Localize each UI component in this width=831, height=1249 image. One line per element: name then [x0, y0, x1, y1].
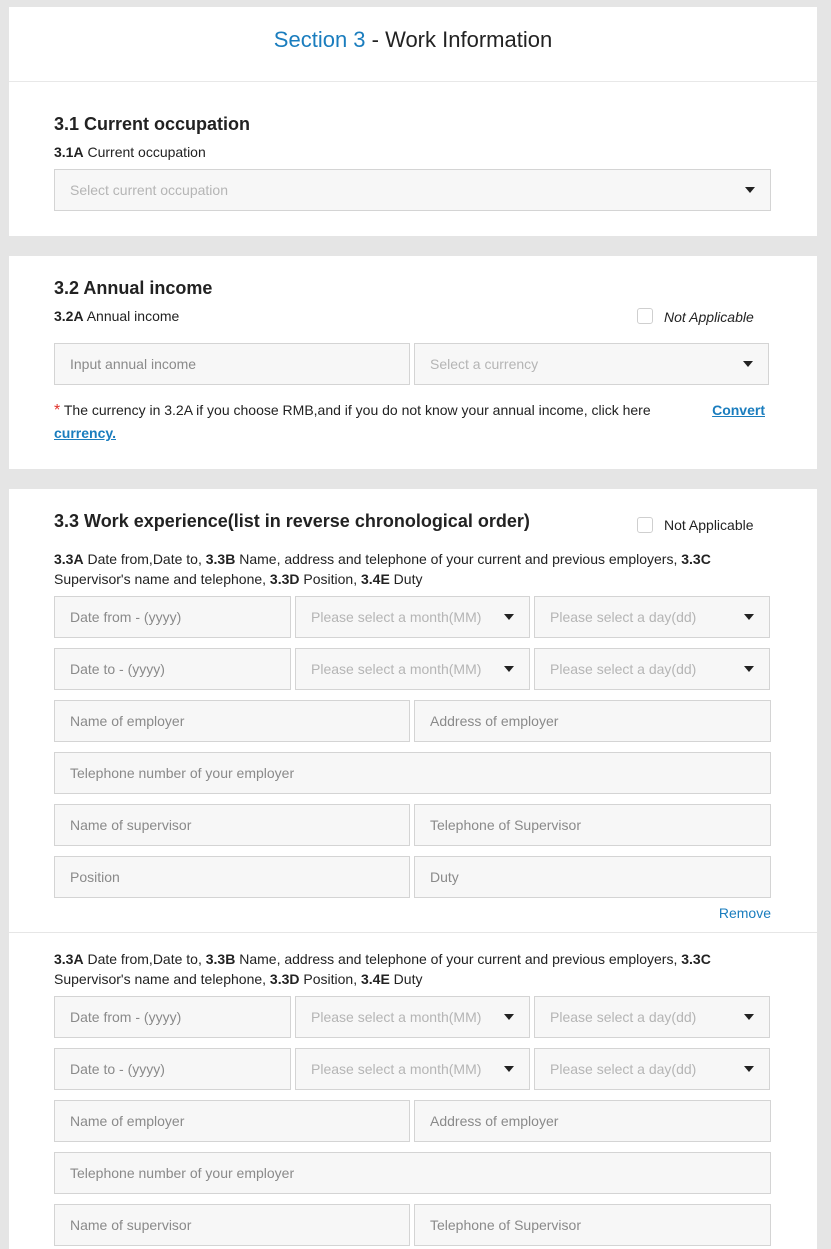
- work-entry-description: 3.3A Date from,Date to, 3.3B Name, addre…: [54, 551, 711, 587]
- date-from-month-select[interactable]: Please select a month(MM): [295, 596, 530, 638]
- income-not-applicable-label: Not Applicable: [664, 309, 754, 325]
- work-entry-description: 3.3A Date from,Date to, 3.3B Name, addre…: [54, 951, 711, 987]
- entry-divider: [9, 932, 817, 933]
- date-to-day-select[interactable]: Please select a day(dd): [534, 1048, 770, 1090]
- employer-name-input[interactable]: Name of employer: [54, 1100, 410, 1142]
- convert-currency-link-continued[interactable]: currency.: [54, 425, 116, 441]
- supervisor-phone-input[interactable]: Telephone of Supervisor: [414, 804, 771, 846]
- section-title: Section 3 - Work Information: [9, 27, 817, 53]
- annual-income-card: 3.2 Annual income 3.2A Annual income Not…: [9, 256, 817, 469]
- work-experience-card: 3.3 Work experience(list in reverse chro…: [9, 489, 817, 1249]
- date-from-day-select[interactable]: Please select a day(dd): [534, 596, 770, 638]
- chevron-down-icon: [744, 1014, 754, 1020]
- chevron-down-icon: [504, 614, 514, 620]
- date-to-year-input[interactable]: Date to - (yyyy): [54, 648, 291, 690]
- employer-phone-input[interactable]: Telephone number of your employer: [54, 1152, 771, 1194]
- chevron-down-icon: [744, 666, 754, 672]
- date-to-year-input[interactable]: Date to - (yyyy): [54, 1048, 291, 1090]
- currency-select[interactable]: Select a currency: [414, 343, 769, 385]
- supervisor-phone-input[interactable]: Telephone of Supervisor: [414, 1204, 771, 1246]
- remove-entry-button[interactable]: Remove: [719, 905, 771, 921]
- annual-income-input[interactable]: Input annual income: [54, 343, 410, 385]
- chevron-down-icon: [744, 1066, 754, 1072]
- supervisor-name-input[interactable]: Name of supervisor: [54, 804, 410, 846]
- employer-address-input[interactable]: Address of employer: [414, 1100, 771, 1142]
- occupation-select[interactable]: Select current occupation: [54, 169, 771, 211]
- work-experience-heading: 3.3 Work experience(list in reverse chro…: [54, 511, 530, 531]
- currency-note: * The currency in 3.2A if you choose RMB…: [54, 399, 769, 444]
- chevron-down-icon: [743, 361, 753, 367]
- chevron-down-icon: [504, 666, 514, 672]
- date-to-month-select[interactable]: Please select a month(MM): [295, 648, 530, 690]
- section-name: - Work Information: [365, 27, 553, 52]
- section-header-card: Section 3 - Work Information: [9, 7, 817, 82]
- supervisor-name-input[interactable]: Name of supervisor: [54, 1204, 410, 1246]
- employer-address-input[interactable]: Address of employer: [414, 700, 771, 742]
- current-occupation-sublabel: 3.1A Current occupation: [54, 144, 206, 160]
- date-to-day-select[interactable]: Please select a day(dd): [534, 648, 770, 690]
- section-number: Section 3: [273, 27, 366, 52]
- work-not-applicable-label: Not Applicable: [664, 517, 754, 533]
- date-from-month-select[interactable]: Please select a month(MM): [295, 996, 530, 1038]
- convert-currency-link[interactable]: Convert: [712, 399, 765, 421]
- employer-phone-input[interactable]: Telephone number of your employer: [54, 752, 771, 794]
- date-from-year-input[interactable]: Date from - (yyyy): [54, 596, 291, 638]
- employer-name-input[interactable]: Name of employer: [54, 700, 410, 742]
- chevron-down-icon: [504, 1014, 514, 1020]
- income-not-applicable-checkbox[interactable]: [637, 308, 653, 324]
- chevron-down-icon: [744, 614, 754, 620]
- position-input[interactable]: Position: [54, 856, 410, 898]
- date-from-day-select[interactable]: Please select a day(dd): [534, 996, 770, 1038]
- chevron-down-icon: [745, 187, 755, 193]
- annual-income-sublabel: 3.2A Annual income: [54, 308, 180, 324]
- chevron-down-icon: [504, 1066, 514, 1072]
- duty-input[interactable]: Duty: [414, 856, 771, 898]
- work-not-applicable-checkbox[interactable]: [637, 517, 653, 533]
- date-to-month-select[interactable]: Please select a month(MM): [295, 1048, 530, 1090]
- currency-note-text: The currency in 3.2A if you choose RMB,a…: [60, 402, 651, 418]
- current-occupation-heading: 3.1 Current occupation: [54, 114, 251, 134]
- date-from-year-input[interactable]: Date from - (yyyy): [54, 996, 291, 1038]
- current-occupation-card: 3.1 Current occupation 3.1A Current occu…: [9, 82, 817, 236]
- annual-income-heading: 3.2 Annual income: [54, 278, 213, 298]
